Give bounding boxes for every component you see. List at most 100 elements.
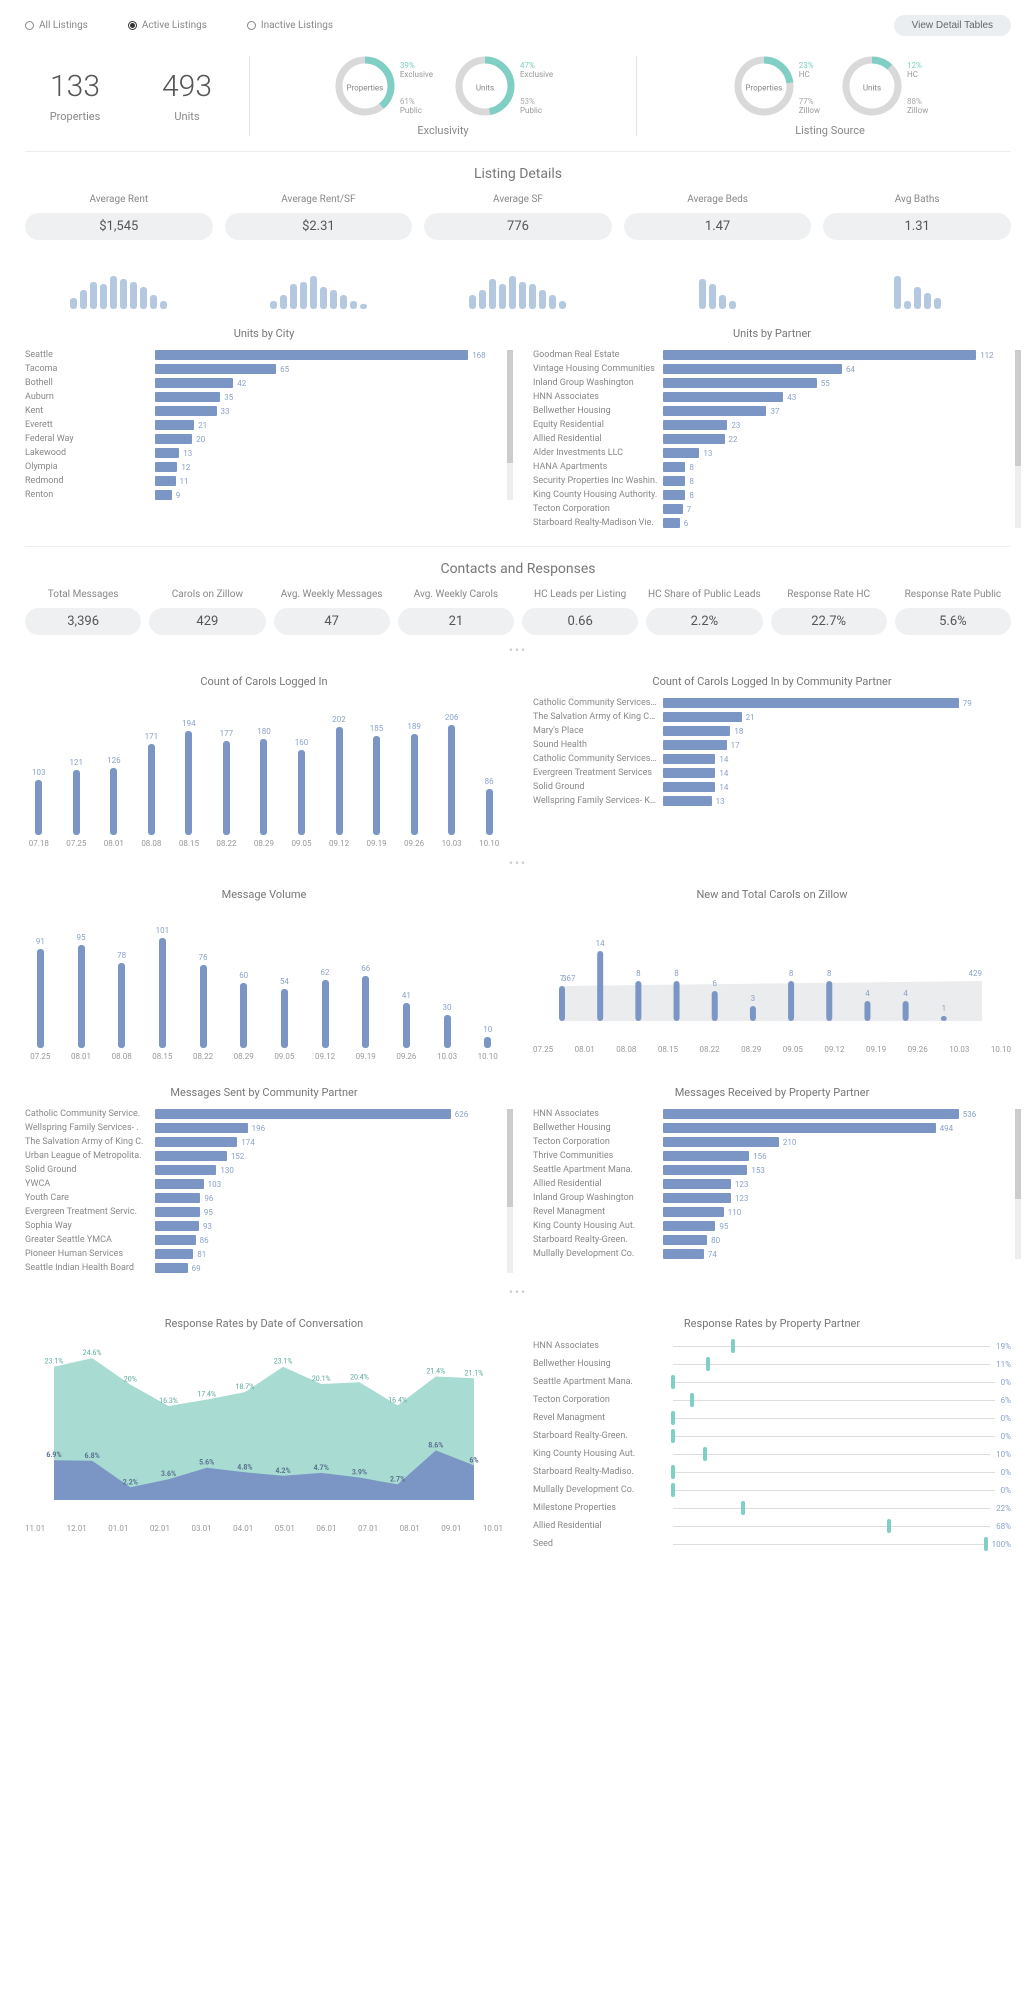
- hbar-row: Lakewood13: [25, 448, 503, 458]
- listing-details-title: Listing Details: [25, 166, 1011, 182]
- svg-text:17.4%: 17.4%: [197, 1391, 216, 1399]
- hbar-row: Sophia Way93: [25, 1221, 503, 1231]
- vbar: 6008.29: [228, 971, 259, 1061]
- hbar-row: Bellwether Housing494: [533, 1123, 1011, 1133]
- ellipsis-icon[interactable]: •••: [25, 856, 1011, 870]
- svg-text:429: 429: [969, 969, 983, 978]
- hbar-row: Renton9: [25, 490, 503, 500]
- hbar-row: Alder Investments LLC13: [533, 448, 1011, 458]
- metric: Avg. Weekly Carols21: [398, 589, 514, 635]
- svg-text:4.8%: 4.8%: [237, 1463, 252, 1471]
- vbar: 5409.05: [269, 977, 300, 1061]
- hbar-row: Wellspring Family Services- .196: [25, 1123, 503, 1133]
- lollipop-row: Seattle Apartment Mana.0%: [533, 1376, 1011, 1388]
- hbar-row: Mary's Place18: [533, 726, 1011, 736]
- svg-text:1: 1: [942, 1004, 947, 1013]
- vbar: 18008.29: [250, 727, 278, 848]
- hbar-row: HNN Associates43: [533, 392, 1011, 402]
- msg-volume-chart: 9107.259508.017808.0810108.157608.226008…: [25, 911, 503, 1061]
- hbar-row: Goodman Real Estate112: [533, 350, 1011, 360]
- donut: Units 47%Exclusive53%Public: [453, 54, 553, 121]
- metric: Response Rate Public5.6%: [895, 589, 1011, 635]
- metric: Carols on Zillow429: [149, 589, 265, 635]
- hbar-row: Everett21: [25, 420, 503, 430]
- lollipop-row: Seed100%: [533, 1538, 1011, 1550]
- vbar: 8610.10: [475, 777, 503, 848]
- vbar: 7608.22: [188, 953, 219, 1061]
- carols-logged-title: Count of Carols Logged In: [25, 675, 503, 688]
- summary-row: 133 Properties 493 Units Properties 39%E…: [25, 54, 1011, 137]
- listing-metrics: Average Rent$1,545Average Rent/SF$2.31Av…: [25, 194, 1011, 240]
- hbar-row: Allied Residential22: [533, 434, 1011, 444]
- svg-text:21.4%: 21.4%: [426, 1368, 445, 1376]
- units-by-city-title: Units by City: [25, 327, 503, 340]
- vbar: 16009.05: [288, 738, 316, 848]
- svg-text:6%: 6%: [469, 1456, 478, 1464]
- svg-text:8.6%: 8.6%: [428, 1441, 443, 1449]
- lollipop-row: Revel Managment0%: [533, 1412, 1011, 1424]
- metric: Average SF776: [424, 194, 612, 240]
- hbar-row: Tecton Corporation210: [533, 1137, 1011, 1147]
- donut: Units 12%HC88%Zillow: [840, 54, 928, 121]
- vbar: 20610.03: [438, 713, 466, 848]
- hbar-row: Tecton Corporation7: [533, 504, 1011, 514]
- hbar-row: Youth Care96: [25, 1193, 503, 1203]
- svg-text:4.7%: 4.7%: [314, 1464, 329, 1472]
- donut: Properties 39%Exclusive61%Public: [333, 54, 433, 121]
- carols-logged-chart: 10307.1812107.2512608.0117108.0819408.15…: [25, 698, 503, 848]
- msg-volume-title: Message Volume: [25, 888, 503, 901]
- svg-text:8: 8: [789, 969, 794, 978]
- exclusivity-group: Properties 39%Exclusive61%Public Units 4…: [262, 54, 624, 137]
- hbar-row: Urban League of Metropolita.152: [25, 1151, 503, 1161]
- radio-all[interactable]: All Listings: [25, 20, 88, 31]
- resp-date-chart: 23.1%24.6%20%16.3%17.4%18.7%23.1%20.1%20…: [25, 1340, 503, 1520]
- radio-inactive[interactable]: Inactive Listings: [247, 20, 333, 31]
- view-detail-button[interactable]: View Detail Tables: [894, 15, 1011, 36]
- vbar: 10108.15: [147, 926, 178, 1061]
- vbar: 10307.18: [25, 768, 53, 848]
- hbar-row: Catholic Community Service.626: [25, 1109, 503, 1119]
- hbar-row: The Salvation Army of King County21: [533, 712, 1011, 722]
- hbar-row: HANA Apartments8: [533, 462, 1011, 472]
- hbar-row: Bothell42: [25, 378, 503, 388]
- vbar: 17108.08: [138, 732, 166, 848]
- metric: Average Beds1.47: [624, 194, 812, 240]
- hbar-row: Vintage Housing Communities64: [533, 364, 1011, 374]
- lollipop-row: Allied Residential68%: [533, 1520, 1011, 1532]
- hbar-row: The Salvation Army of King C.174: [25, 1137, 503, 1147]
- hbar-row: Equity Residential23: [533, 420, 1011, 430]
- svg-text:18.7%: 18.7%: [236, 1383, 255, 1391]
- hbar-row: Tacoma65: [25, 364, 503, 374]
- ellipsis-icon[interactable]: •••: [25, 643, 1011, 657]
- ellipsis-icon[interactable]: •••: [25, 1285, 1011, 1299]
- svg-text:23.1%: 23.1%: [274, 1358, 293, 1366]
- hbar-row: Seattle168: [25, 350, 503, 360]
- svg-text:5.6%: 5.6%: [199, 1459, 214, 1467]
- sparklines: [25, 254, 1011, 309]
- svg-text:2.7%: 2.7%: [390, 1475, 405, 1483]
- metric: Average Rent/SF$2.31: [225, 194, 413, 240]
- metric: Total Messages3,396: [25, 589, 141, 635]
- contacts-title: Contacts and Responses: [25, 561, 1011, 577]
- lollipop-row: HNN Associates19%: [533, 1340, 1011, 1352]
- svg-text:16.4%: 16.4%: [388, 1396, 407, 1404]
- hbar-row: HNN Associates536: [533, 1109, 1011, 1119]
- vbar: 20209.12: [325, 715, 353, 848]
- msgs-sent-chart: Catholic Community Service.626 Wellspring…: [25, 1109, 503, 1273]
- radio-active[interactable]: Active Listings: [128, 20, 207, 31]
- hbar-row: Mullally Development Co.74: [533, 1249, 1011, 1259]
- hbar-row: Starboard Realty-Green.80: [533, 1235, 1011, 1245]
- lollipop-row: Bellwether Housing11%: [533, 1358, 1011, 1370]
- lollipop-row: Starboard Realty-Green.0%: [533, 1430, 1011, 1442]
- svg-text:20.4%: 20.4%: [350, 1373, 369, 1381]
- hbar-row: Auburn35: [25, 392, 503, 402]
- msgs-sent-title: Messages Sent by Community Partner: [25, 1086, 503, 1099]
- donut: Properties 23%HC77%Zillow: [732, 54, 820, 121]
- hbar-row: King County Housing Authority.8: [533, 490, 1011, 500]
- hbar-row: Catholic Community Services of .14: [533, 754, 1011, 764]
- metric: HC Share of Public Leads2.2%: [646, 589, 762, 635]
- metric: Avg Baths1.31: [823, 194, 1011, 240]
- vbar: 12107.25: [63, 758, 91, 848]
- svg-text:4.2%: 4.2%: [275, 1467, 290, 1475]
- hbar-row: Wellspring Family Services- King .13: [533, 796, 1011, 806]
